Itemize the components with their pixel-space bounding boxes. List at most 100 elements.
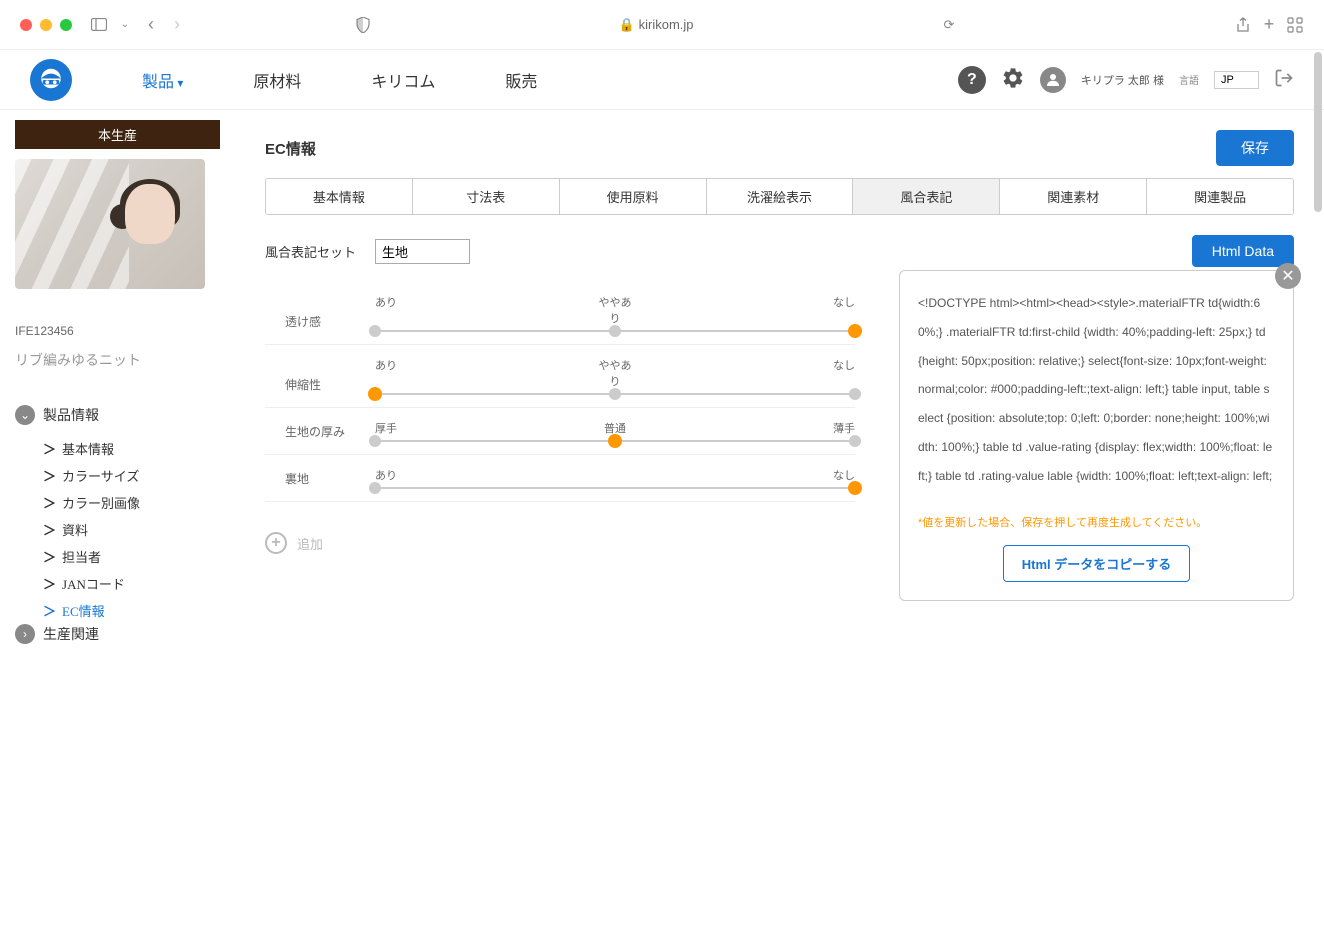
slider-stop[interactable] [849,435,861,447]
tab[interactable]: 基本情報 [266,179,413,214]
nav-sales[interactable]: 販売 [470,68,572,92]
slider-stop[interactable] [369,482,381,494]
sidebar-item[interactable]: ＞カラーサイズ [43,462,220,489]
lock-icon: 🔒 [618,17,634,32]
sidebar-item[interactable]: ＞資料 [43,516,220,543]
slider-control[interactable]: ありなし [375,467,855,489]
close-window-button[interactable] [20,19,32,31]
sidebar-item[interactable]: ＞ EC情報 [43,597,220,624]
slider-stop[interactable] [848,324,862,338]
html-data-panel: ✕ <!DOCTYPE html><html><head><style>.mat… [899,270,1294,601]
sidebar-item-label: JANコード [62,574,125,593]
window-controls [20,19,72,31]
tab[interactable]: 使用原料 [560,179,707,214]
slider-label: 裏地 [265,470,375,489]
sidebar-item-label: EC情報 [62,601,105,620]
minimize-window-button[interactable] [40,19,52,31]
lang-label: 言語 [1179,72,1199,87]
slider-stop[interactable] [369,325,381,337]
sidebar-item[interactable]: ＞ 担当者 [43,543,220,570]
sidebar-item[interactable]: ＞JANコード [43,570,220,597]
arrow-icon: ＞ [43,439,56,458]
sidebar-item-label: 基本情報 [62,439,114,458]
plus-icon: + [265,532,287,554]
nav-kirikom[interactable]: キリコム [336,68,470,92]
slider-row: 伸縮性あり ややあり なし [265,345,855,408]
sidebar-item-label: 担当者 [62,547,101,566]
product-image [15,159,205,289]
add-label: 追加 [297,534,323,553]
slider-option-label: なし [815,467,855,483]
slider-row: 透け感あり ややあり なし [265,282,855,345]
copy-html-button[interactable]: Html データをコピーする [1003,545,1191,582]
refresh-icon[interactable]: ⟳ [940,17,958,33]
product-name: リブ編みゆるニット [15,350,220,370]
tab[interactable]: 寸法表 [413,179,560,214]
save-button[interactable]: 保存 [1216,130,1294,166]
slider-stop[interactable] [369,435,381,447]
shield-icon[interactable] [354,17,372,33]
header-right: ? キリプラ 太郎 様 言語 [958,66,1294,94]
slider-stop[interactable] [609,388,621,400]
tabs: 基本情報寸法表使用原料洗濯絵表示風合表記関連素材関連製品 [265,178,1294,215]
slider-stop[interactable] [608,434,622,448]
slider-control[interactable]: あり ややあり なし [375,294,855,332]
slider-label: 伸縮性 [265,376,375,395]
back-icon[interactable]: ‹ [142,14,160,35]
sidebar-toggle-icon[interactable] [90,18,108,31]
slider-stop[interactable] [609,325,621,337]
slider-option-label: 薄手 [815,420,855,436]
tab[interactable]: 関連素材 [1000,179,1147,214]
side-section-production[interactable]: › 生産関連 [15,624,220,644]
tab[interactable]: 関連製品 [1147,179,1293,214]
share-icon[interactable] [1234,17,1252,33]
slider-option-label: ややあり [595,357,635,389]
slider-stop[interactable] [848,481,862,495]
sidebar-item[interactable]: ＞ 基本情報 [43,435,220,462]
html-data-button[interactable]: Html Data [1192,235,1294,267]
help-icon[interactable]: ? [958,66,986,94]
side-section-product-info[interactable]: ⌄ 製品情報 [15,405,220,425]
slider-control[interactable]: 厚手普通薄手 [375,420,855,442]
arrow-icon: ＞ [43,601,56,620]
user-avatar-icon[interactable] [1040,67,1066,93]
tab[interactable]: 風合表記 [853,179,1000,214]
close-icon[interactable]: ✕ [1275,263,1301,289]
tab[interactable]: 洗濯絵表示 [707,179,854,214]
tabs-overview-icon[interactable] [1286,17,1304,33]
slider-option-label: あり [375,294,415,326]
slider-option-label: あり [375,357,415,389]
slider-label: 透け感 [265,313,375,332]
logout-icon[interactable] [1274,68,1294,91]
forward-icon[interactable]: › [168,14,186,35]
slider-option-label: ややあり [595,294,635,326]
set-input[interactable] [375,239,470,264]
new-tab-icon[interactable]: + [1260,14,1278,35]
sidebar-item[interactable]: ＞ カラー別画像 [43,489,220,516]
url-text: kirikom.jp [639,17,694,32]
arrow-icon: ＞ [43,547,56,566]
html-code-content[interactable]: <!DOCTYPE html><html><head><style>.mater… [918,289,1275,499]
slider-control[interactable]: あり ややあり なし [375,357,855,395]
scrollbar[interactable] [1314,52,1322,212]
slider-option-label: なし [815,294,855,326]
chevron-down-icon[interactable]: ⌄ [116,19,134,30]
app-logo[interactable] [30,59,72,101]
slider-row: 裏地ありなし [265,455,855,502]
lang-select[interactable] [1214,71,1259,89]
set-label: 風合表記セット [265,242,375,261]
settings-icon[interactable] [1001,66,1025,93]
nav-materials[interactable]: 原材料 [218,68,336,92]
arrow-icon: ＞ [43,493,56,512]
sidebar-item-label: カラー別画像 [62,493,140,512]
slider-stop[interactable] [849,388,861,400]
maximize-window-button[interactable] [60,19,72,31]
sliders-list: 透け感ありややありなし伸縮性ありややありなし生地の厚み厚手普通薄手裏地ありなし [265,282,855,502]
arrow-icon: ＞ [43,520,56,539]
nav-products[interactable]: 製品 [107,68,218,92]
url-bar[interactable]: 🔒 kirikom.jp [380,17,932,33]
browser-toolbar: ⌄ ‹ › 🔒 kirikom.jp ⟳ + [0,0,1324,50]
arrow-icon: ＞ [43,466,56,485]
slider-stop[interactable] [368,387,382,401]
slider-option-label: なし [815,357,855,389]
